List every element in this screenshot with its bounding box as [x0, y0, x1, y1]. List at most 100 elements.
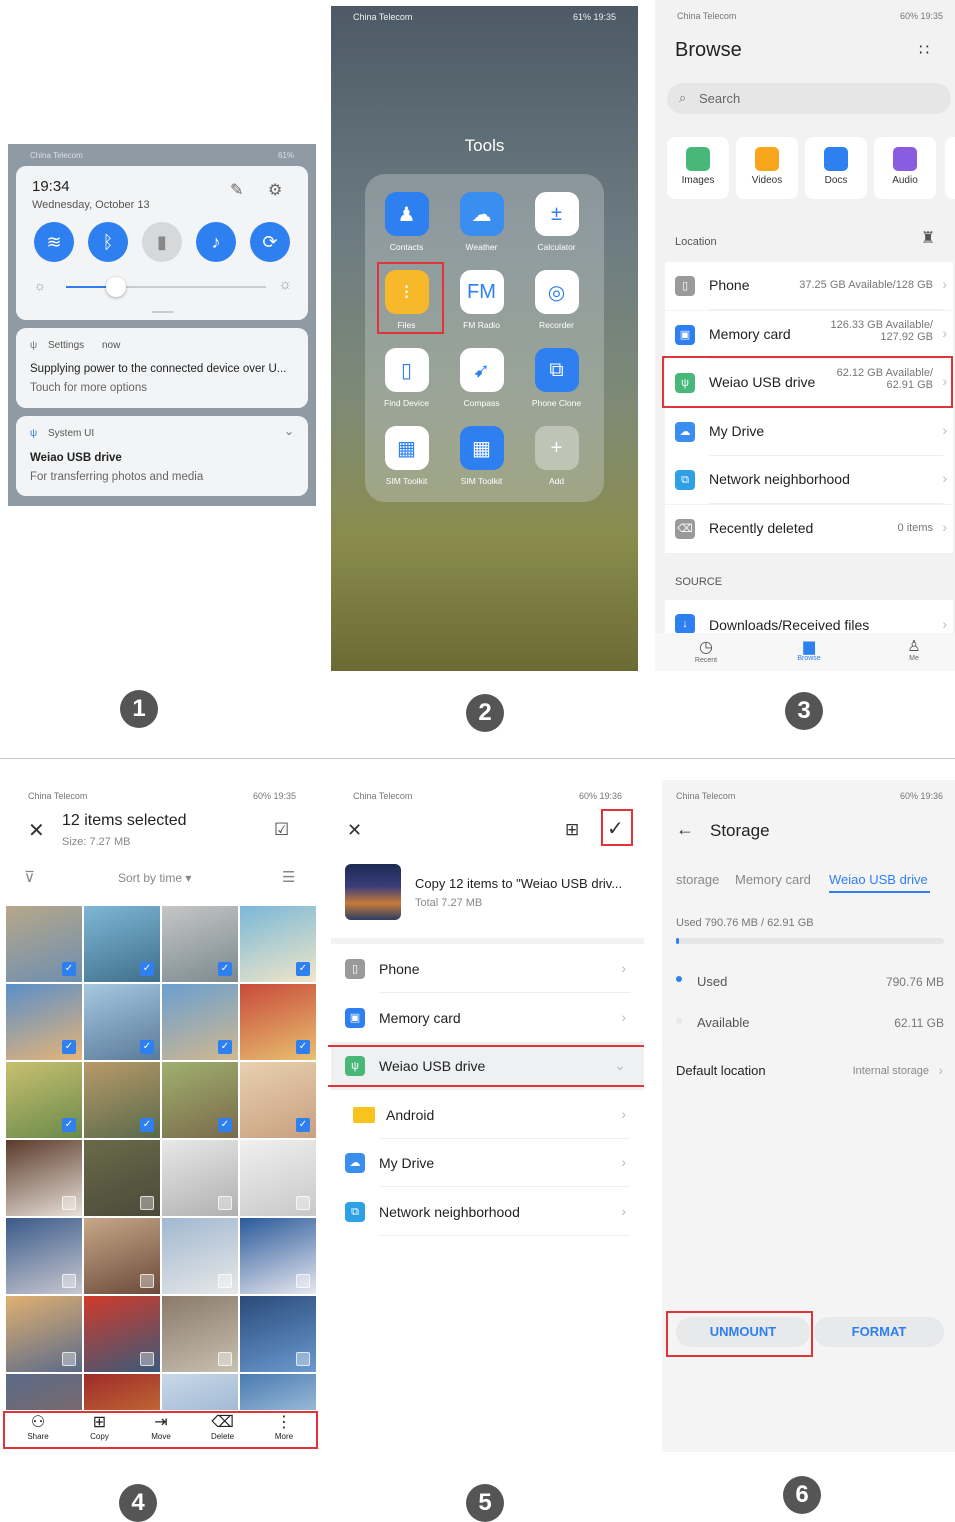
- photo-thumbnail[interactable]: [240, 1296, 316, 1372]
- checkbox-checked-icon[interactable]: ✓: [140, 1118, 154, 1132]
- photo-thumbnail[interactable]: [84, 1140, 160, 1216]
- category-docs[interactable]: Docs: [805, 137, 867, 199]
- new-folder-icon[interactable]: ⊞: [565, 820, 579, 840]
- chevron-down-icon[interactable]: ⌄: [284, 424, 294, 438]
- destination-android[interactable]: Android ›: [331, 1091, 644, 1139]
- list-view-icon[interactable]: ☰: [282, 868, 295, 886]
- checkbox-checked-icon[interactable]: ✓: [140, 962, 154, 976]
- clean-icon[interactable]: ♜: [921, 228, 935, 248]
- checkbox-unchecked-icon[interactable]: [296, 1196, 310, 1210]
- photo-thumbnail[interactable]: [84, 1218, 160, 1294]
- format-button[interactable]: FORMAT: [814, 1317, 944, 1347]
- checkbox-unchecked-icon[interactable]: [140, 1352, 154, 1366]
- photo-thumbnail[interactable]: ✓: [6, 984, 82, 1060]
- photo-thumbnail[interactable]: ✓: [6, 1062, 82, 1138]
- checkbox-checked-icon[interactable]: ✓: [218, 1118, 232, 1132]
- photo-thumbnail[interactable]: [162, 1296, 238, 1372]
- app-compass[interactable]: ➹ Compass: [444, 348, 519, 408]
- tab-usb-drive[interactable]: Weiao USB drive: [829, 872, 928, 887]
- checkbox-unchecked-icon[interactable]: [218, 1352, 232, 1366]
- photo-thumbnail[interactable]: ✓: [162, 906, 238, 982]
- location-memory-card[interactable]: ▣ Memory card 126.33 GB Available/127.92 G…: [665, 310, 953, 359]
- destination-my-drive[interactable]: ☁ My Drive ›: [331, 1139, 644, 1187]
- bluetooth-toggle[interactable]: ᛒ: [88, 222, 128, 262]
- brightness-handle[interactable]: [106, 277, 126, 297]
- checkbox-checked-icon[interactable]: ✓: [62, 1040, 76, 1054]
- checkbox-unchecked-icon[interactable]: [62, 1274, 76, 1288]
- checkbox-checked-icon[interactable]: ✓: [62, 1118, 76, 1132]
- notification-usb-power[interactable]: ψ Settings now Supplying power to the co…: [16, 328, 308, 408]
- flashlight-toggle[interactable]: ▮: [142, 222, 182, 262]
- checkbox-unchecked-icon[interactable]: [140, 1196, 154, 1210]
- checkbox-checked-icon[interactable]: ✓: [296, 1118, 310, 1132]
- category-videos[interactable]: Videos: [736, 137, 798, 199]
- checkbox-unchecked-icon[interactable]: [140, 1274, 154, 1288]
- app-sim-toolkit[interactable]: ▦ SIM Toolkit: [444, 426, 519, 486]
- checkbox-checked-icon[interactable]: ✓: [296, 962, 310, 976]
- wifi-toggle[interactable]: ≋: [34, 222, 74, 262]
- nav-recent[interactable]: ◷ Recent: [693, 637, 719, 664]
- photo-thumbnail[interactable]: [6, 1218, 82, 1294]
- brightness-slider[interactable]: [66, 277, 266, 297]
- photo-thumbnail[interactable]: [84, 1296, 160, 1372]
- app-calculator[interactable]: ± Calculator: [519, 192, 594, 252]
- select-all-icon[interactable]: ☑: [274, 820, 289, 840]
- destination-weiao-usb-drive[interactable]: ψ Weiao USB drive ⌄: [331, 1042, 644, 1090]
- more-options-icon[interactable]: ∷: [919, 40, 931, 60]
- photo-thumbnail[interactable]: [240, 1218, 316, 1294]
- photo-thumbnail[interactable]: [6, 1140, 82, 1216]
- photo-thumbnail[interactable]: [162, 1140, 238, 1216]
- destination-memory-card[interactable]: ▣ Memory card ›: [331, 994, 644, 1042]
- filter-icon[interactable]: ⊽: [24, 868, 35, 886]
- location-phone[interactable]: ▯ Phone 37.25 GB Available/128 GB ›: [665, 262, 953, 310]
- checkbox-unchecked-icon[interactable]: [62, 1352, 76, 1366]
- category-images[interactable]: Images: [667, 137, 729, 199]
- notification-usb-drive[interactable]: ψ System UI ⌄ Weiao USB drive For transf…: [16, 416, 308, 496]
- more-tile[interactable]: [945, 137, 955, 199]
- photo-thumbnail[interactable]: ✓: [240, 1062, 316, 1138]
- drag-handle[interactable]: [152, 311, 174, 313]
- location-my-drive[interactable]: ☁ My Drive ›: [665, 407, 953, 456]
- close-icon[interactable]: ✕: [347, 820, 362, 841]
- photo-thumbnail[interactable]: ✓: [84, 906, 160, 982]
- photo-thumbnail[interactable]: ✓: [162, 984, 238, 1060]
- photo-thumbnail[interactable]: [240, 1140, 316, 1216]
- app-fm-radio[interactable]: FM FM Radio: [444, 270, 519, 330]
- checkbox-unchecked-icon[interactable]: [296, 1352, 310, 1366]
- location-recently-deleted[interactable]: ⌫ Recently deleted 0 items ›: [665, 504, 953, 553]
- photo-thumbnail[interactable]: ✓: [6, 906, 82, 982]
- tab-memory-card[interactable]: Memory card: [735, 872, 811, 887]
- nav-me[interactable]: ♙ Me: [901, 637, 927, 662]
- close-icon[interactable]: ✕: [28, 818, 45, 843]
- app-weather[interactable]: ☁ Weather: [444, 192, 519, 252]
- photo-thumbnail[interactable]: ✓: [240, 906, 316, 982]
- checkbox-unchecked-icon[interactable]: [62, 1196, 76, 1210]
- destination-phone[interactable]: ▯ Phone ›: [331, 945, 644, 993]
- checkbox-checked-icon[interactable]: ✓: [140, 1040, 154, 1054]
- photo-thumbnail[interactable]: ✓: [84, 984, 160, 1060]
- location-network-neighborhood[interactable]: ⧉ Network neighborhood ›: [665, 456, 953, 504]
- gear-icon[interactable]: ⚙: [268, 180, 282, 200]
- back-arrow-icon[interactable]: ←: [676, 819, 694, 840]
- search-input[interactable]: ⌕ Search: [667, 83, 951, 114]
- notification-toggle[interactable]: ♪: [196, 222, 236, 262]
- photo-thumbnail[interactable]: ✓: [84, 1062, 160, 1138]
- auto-rotate-toggle[interactable]: ⟳: [250, 222, 290, 262]
- app-sim-toolkit[interactable]: ▦ SIM Toolkit: [369, 426, 444, 486]
- photo-thumbnail[interactable]: ✓: [240, 984, 316, 1060]
- photo-thumbnail[interactable]: [162, 1218, 238, 1294]
- category-audio[interactable]: Audio: [874, 137, 936, 199]
- checkbox-unchecked-icon[interactable]: [296, 1274, 310, 1288]
- destination-network-neighborhood[interactable]: ⧉ Network neighborhood ›: [331, 1188, 644, 1236]
- app-recorder[interactable]: ◎ Recorder: [519, 270, 594, 330]
- checkbox-unchecked-icon[interactable]: [218, 1274, 232, 1288]
- photo-thumbnail[interactable]: [6, 1296, 82, 1372]
- default-location-row[interactable]: Default location Internal storage ›: [662, 1048, 955, 1094]
- checkbox-checked-icon[interactable]: ✓: [296, 1040, 310, 1054]
- app-contacts[interactable]: ♟ Contacts: [369, 192, 444, 252]
- checkbox-checked-icon[interactable]: ✓: [218, 962, 232, 976]
- checkbox-unchecked-icon[interactable]: [218, 1196, 232, 1210]
- photo-thumbnail[interactable]: ✓: [162, 1062, 238, 1138]
- nav-browse[interactable]: ▆ Browse: [795, 637, 823, 662]
- app-find-device[interactable]: ▯ Find Device: [369, 348, 444, 408]
